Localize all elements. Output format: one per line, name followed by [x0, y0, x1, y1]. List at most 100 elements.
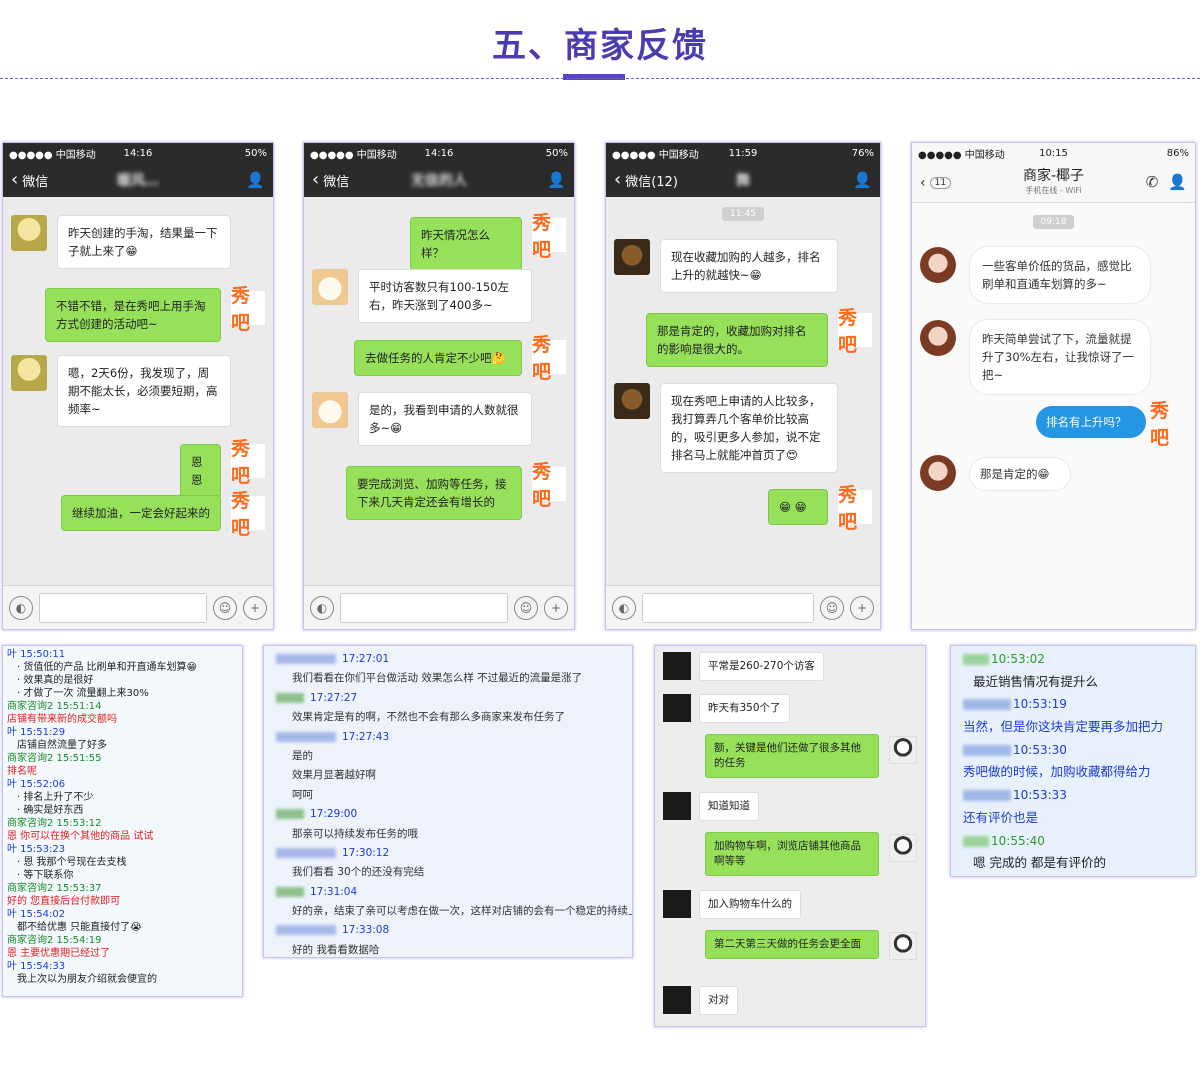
emoji-icon[interactable]: ☺ [820, 595, 844, 620]
chat-header-line: 恩 你可以在换个其他的商品 试试 [7, 831, 154, 842]
chat-header-line: 商家咨询2 15:51:14 [7, 701, 102, 712]
message-bubble: 不错不错，是在秀吧上用手淘方式创建的活动吧~ [45, 288, 221, 342]
avatar [889, 834, 917, 862]
back-button[interactable]: ‹ 微信 [312, 171, 349, 190]
message-bubble: 加入购物车什么的 [699, 890, 801, 919]
status-bar: ●●●●● 中国移动 14:16 50% [304, 143, 574, 163]
xiuba-avatar: 秀吧 [231, 285, 265, 334]
message-input[interactable] [340, 592, 508, 623]
chat-message: 那亲可以持续发布任务的哦 [292, 827, 418, 840]
back-label: 微信(12) [625, 174, 678, 190]
battery-level: 76% [851, 147, 874, 159]
chat-header-line: 好的 您直接后台付款即可 [7, 896, 121, 907]
avatar [889, 736, 917, 764]
avatar [663, 890, 691, 918]
voice-icon[interactable]: ◐ [9, 595, 33, 620]
sender-timestamp: 17:31:04 [274, 883, 622, 902]
chat-area: 昨天情况怎么样？ 秀吧 平时访客数只有100-150左右，昨天涨到了400多~ … [304, 197, 574, 581]
back-button[interactable]: ‹ 微信(12) [614, 171, 678, 190]
voice-icon[interactable]: ◐ [612, 595, 636, 620]
chat-message: · 恩 我那个号现在去支栈 [17, 857, 127, 868]
carrier-label: ●●●●● 中国移动 [9, 149, 96, 161]
message-input[interactable] [642, 592, 814, 623]
chat-header-line: 叶 15:54:02 [7, 909, 66, 920]
chat-message: 店铺自然流量了好多 [17, 740, 107, 751]
avatar [663, 652, 691, 680]
message-bubble: 一些客单价低的货品，感觉比刷单和直通车划算的多~ [970, 247, 1150, 303]
timestamp: 11:45 [722, 207, 764, 221]
timestamp: 09:18 [1032, 215, 1075, 229]
timestamp: 17:27:01 [342, 653, 390, 665]
battery-level: 50% [545, 147, 568, 159]
input-bar: ◐ ☺ + [606, 585, 880, 629]
chat-area: 11:45 现在收藏加购的人越多，排名上升的就越快~😁 那是肯定的，收藏加购对排… [606, 197, 880, 581]
chat-message: 还有评价也是 [963, 809, 1039, 825]
chevron-left-icon: ‹ [11, 169, 19, 190]
back-button[interactable]: ‹ 微信 [11, 171, 48, 190]
chat-message: 呵呵 [292, 788, 313, 801]
redacted-username [963, 835, 989, 847]
timestamp: 17:27:27 [310, 691, 358, 704]
sender-timestamp: 10:53:30 [963, 739, 1183, 762]
message-bubble: 恩恩 [180, 444, 221, 498]
chat-area: 昨天创建的手淘，结果量一下子就上来了😁 不错不错，是在秀吧上用手淘方式创建的活动… [3, 197, 273, 581]
chat-message: 最近销售情况有提升么 [973, 673, 1099, 689]
chat-header-line: 商家咨询2 15:54:19 [7, 935, 102, 946]
qq-chat-log: 叶 15:50:11 · 货值低的产品 比刷单和开直通车划算😁 · 效果真的是很好 ·… [2, 645, 243, 997]
wechat-screenshot-3: ●●●●● 中国移动 11:59 76% ‹ 微信(12) 舞 👤 11:45 现… [605, 142, 881, 630]
chat-message: 我们看看 30个的还没有完结 [292, 866, 425, 879]
message-bubble: 平常是260-270个访客 [699, 652, 824, 681]
chat-message: · 等下联系你 [17, 870, 74, 881]
message-bubble: 要完成浏览、加购等任务，接下来几天肯定还会有增长的 [346, 466, 522, 520]
chat-message: 嗯 完成的 都是有评价的 [973, 855, 1106, 871]
emoji-icon[interactable]: ☺ [514, 595, 538, 620]
message-bubble: 那是肯定的，收藏加购对排名的影响是很大的。 [646, 313, 828, 367]
chat-message: · 效果真的是很好 [17, 675, 94, 686]
avatar [312, 392, 348, 428]
profile-icon[interactable]: 👤 [853, 171, 872, 189]
chat-header-line: 商家咨询2 15:53:37 [7, 883, 102, 894]
profile-icon[interactable]: 👤 [1168, 173, 1187, 191]
chevron-left-icon: ‹ [614, 169, 622, 190]
xiuba-avatar: 秀吧 [231, 490, 265, 539]
status-bar: ●●●●● 中国移动 10:15 86% [912, 143, 1195, 163]
avatar [614, 239, 650, 275]
plus-icon[interactable]: + [850, 595, 874, 620]
dashed-divider [0, 78, 1200, 79]
input-bar: ◐ ☺ + [3, 585, 273, 629]
message-bubble: 😁 😁 [768, 489, 828, 525]
message-input[interactable] [39, 592, 207, 623]
sender-timestamp: 17:29:00 [274, 805, 622, 824]
avatar [663, 792, 691, 820]
profile-icon[interactable]: 👤 [547, 171, 566, 189]
pc-chat-log: 10:53:02 最近销售情况有提升么 10:53:19 当然，但是你这块肯定要再多加… [950, 645, 1196, 877]
chat-header: ‹ 微信(12) 舞 👤 [606, 163, 880, 197]
redacted-username [963, 699, 1011, 711]
chat-message: 秀吧做的时候，加购收藏都得给力 [963, 764, 1151, 780]
redacted-username [276, 809, 304, 820]
emoji-icon[interactable]: ☺ [213, 595, 237, 620]
redacted-username [276, 692, 304, 703]
avatar [312, 269, 348, 305]
profile-icon[interactable]: 👤 [246, 171, 265, 189]
sender-timestamp: 17:30:12 [274, 844, 622, 863]
plus-icon[interactable]: + [243, 595, 267, 620]
back-label: 微信 [22, 174, 49, 190]
wechat-screenshot-2: ●●●●● 中国移动 14:16 50% ‹ 微信 无信的人 👤 昨天情况怎么样？… [303, 142, 575, 630]
sender-timestamp: 10:53:33 [963, 784, 1183, 807]
chat-header: ‹ 11 商家-椰子 手机在线 - WiFi ✆ 👤 [912, 163, 1195, 203]
xiuba-avatar: 秀吧 [231, 438, 265, 487]
phone-icon[interactable]: ✆ [1146, 173, 1159, 191]
chat-header-line: 叶 15:50:11 [7, 649, 66, 660]
chat-message: 当然，但是你这块肯定要再多加把力 [963, 719, 1164, 735]
message-bubble: 额，关键是他们还做了很多其他的任务 [705, 734, 879, 778]
plus-icon[interactable]: + [544, 595, 568, 620]
timestamp: 10:53:30 [1013, 742, 1067, 757]
timestamp: 17:30:12 [342, 846, 390, 859]
avatar [889, 932, 917, 960]
message-bubble: 现在秀吧上申请的人比较多，我打算弄几个客单价比较高的，吸引更多人参加，说不定排名… [660, 383, 838, 473]
xiuba-avatar: 秀吧 [838, 484, 872, 533]
timestamp: 10:53:33 [1013, 788, 1067, 803]
voice-icon[interactable]: ◐ [310, 595, 334, 620]
chat-header-line: 排名呢 [7, 766, 37, 777]
